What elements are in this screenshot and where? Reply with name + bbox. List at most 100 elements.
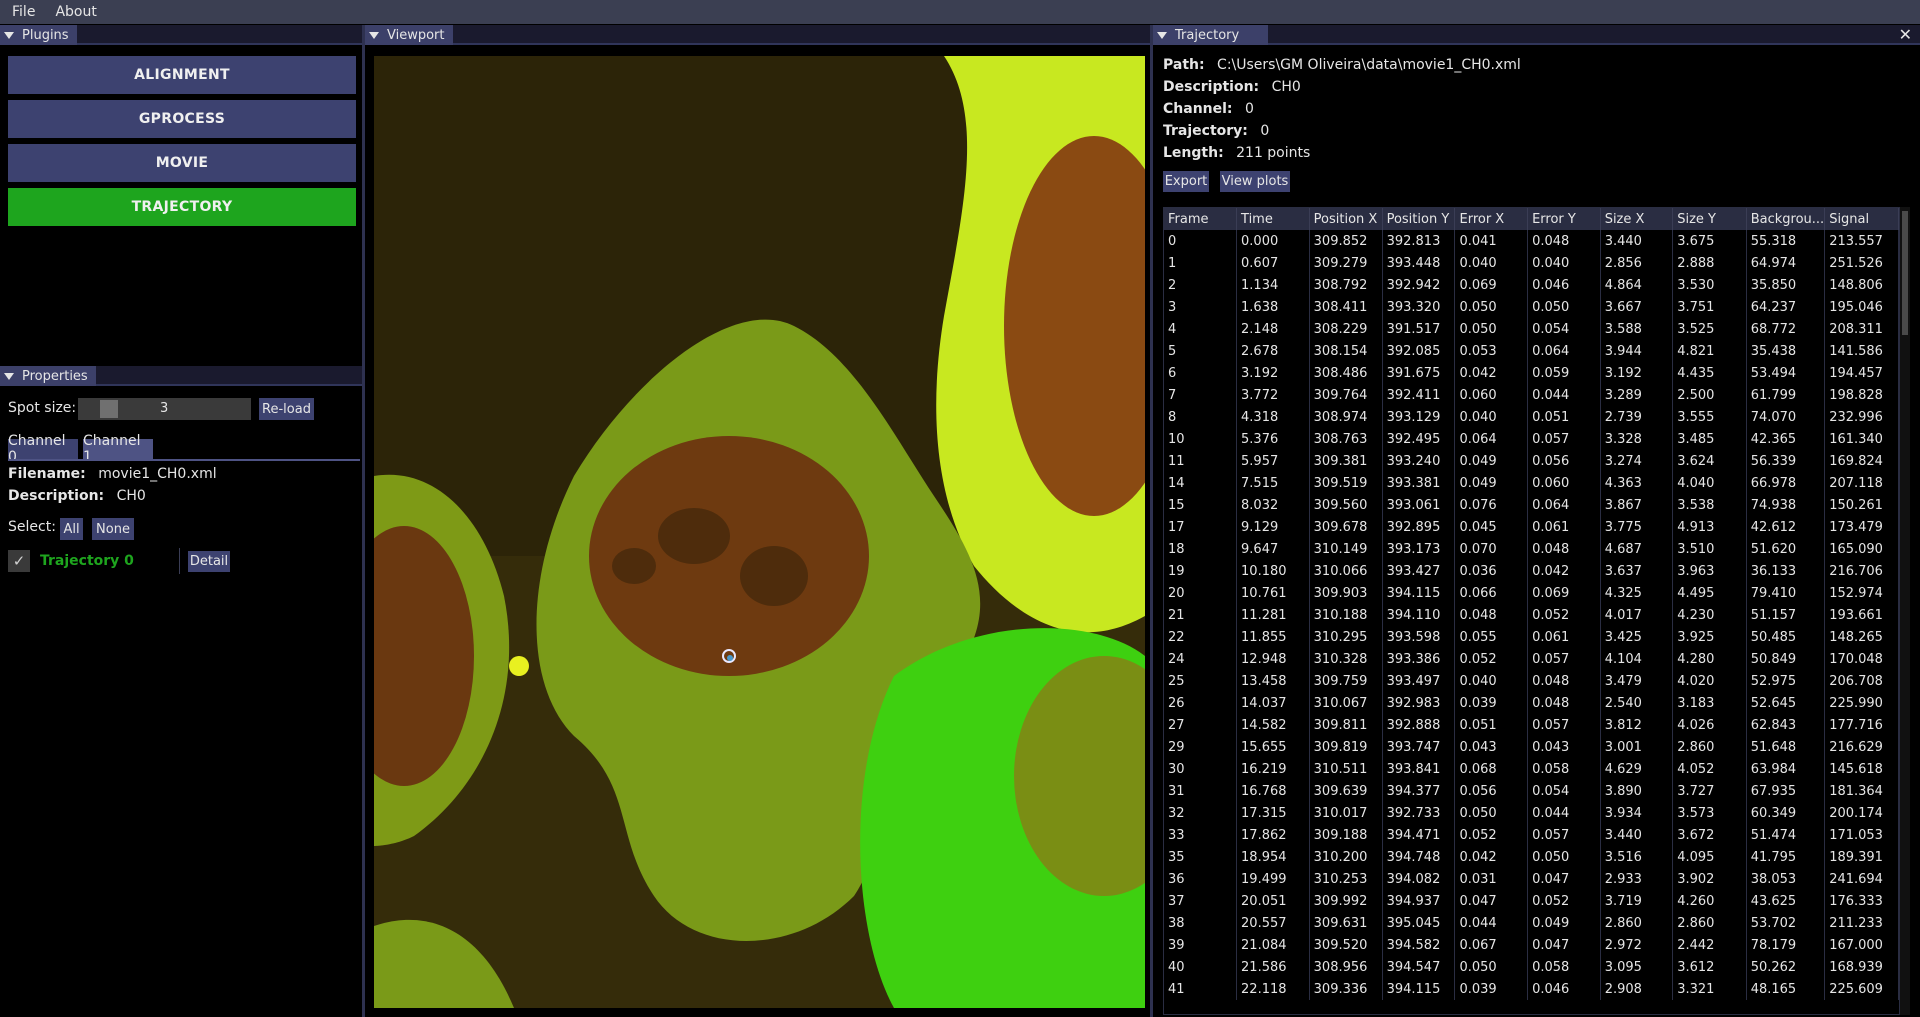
table-row[interactable]: 19 10.180 310.066 393.427 0.036 0.042 3.637 3.9… (1164, 560, 1899, 582)
table-row[interactable]: 40 21.586 308.956 394.547 0.050 0.058 3.095 3.6… (1164, 956, 1899, 978)
select-none-button[interactable]: None (92, 518, 134, 540)
collapse-triangle-icon[interactable] (4, 372, 14, 380)
table-cell: 0.064 (1527, 340, 1601, 362)
trajectory-item-label[interactable]: Trajectory 0 (40, 553, 134, 569)
table-row[interactable]: 38 20.557 309.631 395.045 0.044 0.049 2.860 2.8… (1164, 912, 1899, 934)
table-row[interactable]: 36 19.499 310.253 394.082 0.031 0.047 2.933 3.9… (1164, 868, 1899, 890)
table-cell: 0.057 (1527, 824, 1601, 846)
filename-value: movie1_CH0.xml (98, 466, 217, 482)
menu-file[interactable]: File (0, 4, 43, 20)
view-plots-button[interactable]: View plots (1220, 171, 1290, 192)
table-row[interactable]: 21 11.281 310.188 394.110 0.048 0.052 4.017 4.2… (1164, 604, 1899, 626)
column-header[interactable]: Size Y (1672, 208, 1747, 230)
table-cell: 62.843 (1746, 714, 1826, 736)
column-header[interactable]: Frame (1164, 208, 1238, 230)
table-row[interactable]: 6 3.192 308.486 391.675 0.042 0.059 3.192 4.435… (1164, 362, 1899, 384)
table-cell: 176.333 (1824, 890, 1899, 912)
table-row[interactable]: 2 1.134 308.792 392.942 0.069 0.046 4.864 3.530… (1164, 274, 1899, 296)
table-row[interactable]: 0 0.000 309.852 392.813 0.041 0.048 3.440 3.675… (1164, 230, 1899, 252)
slider-handle[interactable] (100, 400, 118, 418)
table-cell: 4.230 (1672, 604, 1747, 626)
table-row[interactable]: 15 8.032 309.560 393.061 0.076 0.064 3.867 3.53… (1164, 494, 1899, 516)
table-cell: 0 (1164, 230, 1238, 252)
table-cell: 207.118 (1824, 472, 1899, 494)
detail-button[interactable]: Detail (188, 551, 230, 572)
trajectory-description-value: CH0 (1271, 79, 1301, 95)
menu-about[interactable]: About (43, 4, 104, 20)
tab-channel-0[interactable]: Channel 0 (8, 433, 78, 465)
table-row[interactable]: 32 17.315 310.017 392.733 0.050 0.044 3.934 3.5… (1164, 802, 1899, 824)
microscopy-image[interactable] (374, 56, 1145, 1008)
table-cell: 0.039 (1454, 978, 1529, 1000)
table-row[interactable]: 14 7.515 309.519 393.381 0.049 0.060 4.363 4.04… (1164, 472, 1899, 494)
table-scrollbar[interactable] (1900, 207, 1910, 1015)
table-row[interactable]: 30 16.219 310.511 393.841 0.068 0.058 4.629 4.0… (1164, 758, 1899, 780)
table-row[interactable]: 8 4.318 308.974 393.129 0.040 0.051 2.739 3.555… (1164, 406, 1899, 428)
collapse-triangle-icon[interactable] (369, 31, 379, 39)
collapse-triangle-icon[interactable] (1157, 31, 1167, 39)
table-row[interactable]: 25 13.458 309.759 393.497 0.040 0.048 3.479 4.0… (1164, 670, 1899, 692)
movie-button[interactable]: MOVIE (8, 144, 356, 182)
alignment-button[interactable]: ALIGNMENT (8, 56, 356, 94)
column-header[interactable]: Signal (1824, 208, 1899, 230)
table-row[interactable]: 5 2.678 308.154 392.085 0.053 0.064 3.944 4.821… (1164, 340, 1899, 362)
table-cell: 4.435 (1672, 362, 1747, 384)
table-row[interactable]: 31 16.768 309.639 394.377 0.056 0.054 3.890 3.7… (1164, 780, 1899, 802)
table-cell: 310.328 (1309, 648, 1383, 670)
select-all-button[interactable]: All (60, 518, 83, 540)
export-button[interactable]: Export (1163, 171, 1209, 192)
table-row[interactable]: 3 1.638 308.411 393.320 0.050 0.050 3.667 3.751… (1164, 296, 1899, 318)
table-row[interactable]: 22 11.855 310.295 393.598 0.055 0.061 3.425 3.9… (1164, 626, 1899, 648)
column-header[interactable]: Error X (1454, 208, 1529, 230)
column-header[interactable]: Backgrou... (1746, 208, 1826, 230)
table-row[interactable]: 24 12.948 310.328 393.386 0.052 0.057 4.104 4.2… (1164, 648, 1899, 670)
column-header[interactable]: Size X (1600, 208, 1674, 230)
table-cell: 64.237 (1746, 296, 1826, 318)
table-cell: 0.000 (1236, 230, 1310, 252)
table-row[interactable]: 10 5.376 308.763 392.495 0.064 0.057 3.328 3.48… (1164, 428, 1899, 450)
table-cell: 0.043 (1527, 736, 1601, 758)
table-row[interactable]: 41 22.118 309.336 394.115 0.039 0.046 2.908 3.3… (1164, 978, 1899, 1000)
table-cell: 11 (1164, 450, 1238, 472)
column-header[interactable]: Error Y (1527, 208, 1601, 230)
tab-channel-1[interactable]: Channel 1 (83, 433, 153, 465)
table-row[interactable]: 18 9.647 310.149 393.173 0.070 0.048 4.687 3.51… (1164, 538, 1899, 560)
table-cell: 393.381 (1382, 472, 1456, 494)
table-cell: 310.067 (1309, 692, 1383, 714)
reload-button[interactable]: Re-load (259, 398, 314, 420)
table-cell: 7.515 (1236, 472, 1310, 494)
column-header[interactable]: Time (1236, 208, 1310, 230)
table-row[interactable]: 17 9.129 309.678 392.895 0.045 0.061 3.775 4.91… (1164, 516, 1899, 538)
table-row[interactable]: 35 18.954 310.200 394.748 0.042 0.050 3.516 4.0… (1164, 846, 1899, 868)
table-row[interactable]: 7 3.772 309.764 392.411 0.060 0.044 3.289 2.500… (1164, 384, 1899, 406)
scrollbar-thumb[interactable] (1902, 211, 1908, 335)
trajectory-button[interactable]: TRAJECTORY (8, 188, 356, 226)
table-row[interactable]: 11 5.957 309.381 393.240 0.049 0.056 3.274 3.62… (1164, 450, 1899, 472)
plugins-panel-tab[interactable]: Plugins (0, 25, 77, 45)
collapse-triangle-icon[interactable] (4, 31, 14, 39)
viewport-panel-tab[interactable]: Viewport (365, 25, 453, 45)
table-row[interactable]: 27 14.582 309.811 392.888 0.051 0.057 3.812 4.0… (1164, 714, 1899, 736)
table-cell: 0.064 (1527, 494, 1601, 516)
table-row[interactable]: 1 0.607 309.279 393.448 0.040 0.040 2.856 2.888… (1164, 252, 1899, 274)
column-header[interactable]: Position Y (1382, 208, 1456, 230)
table-row[interactable]: 20 10.761 309.903 394.115 0.066 0.069 4.325 4.4… (1164, 582, 1899, 604)
gprocess-button[interactable]: GPROCESS (8, 100, 356, 138)
spot-size-slider[interactable]: 3 (78, 398, 251, 420)
table-cell: 3.485 (1672, 428, 1747, 450)
table-row[interactable]: 26 14.037 310.067 392.983 0.039 0.048 2.540 3.1… (1164, 692, 1899, 714)
table-cell: 37 (1164, 890, 1238, 912)
table-row[interactable]: 37 20.051 309.992 394.937 0.047 0.052 3.719 4.2… (1164, 890, 1899, 912)
table-row[interactable]: 33 17.862 309.188 394.471 0.052 0.057 3.440 3.6… (1164, 824, 1899, 846)
table-row[interactable]: 4 2.148 308.229 391.517 0.050 0.054 3.588 3.525… (1164, 318, 1899, 340)
table-row[interactable]: 29 15.655 309.819 393.747 0.043 0.043 3.001 2.8… (1164, 736, 1899, 758)
table-cell: 309.852 (1309, 230, 1383, 252)
table-cell: 194.457 (1824, 362, 1899, 384)
trajectory-checkbox[interactable]: ✓ (8, 550, 30, 572)
close-icon[interactable]: ✕ (1899, 25, 1912, 44)
table-cell: 3.612 (1672, 956, 1747, 978)
table-row[interactable]: 39 21.084 309.520 394.582 0.067 0.047 2.972 2.4… (1164, 934, 1899, 956)
properties-panel-tab[interactable]: Properties (0, 366, 96, 386)
column-header[interactable]: Position X (1309, 208, 1383, 230)
trajectory-panel-tab[interactable]: Trajectory (1153, 25, 1268, 45)
